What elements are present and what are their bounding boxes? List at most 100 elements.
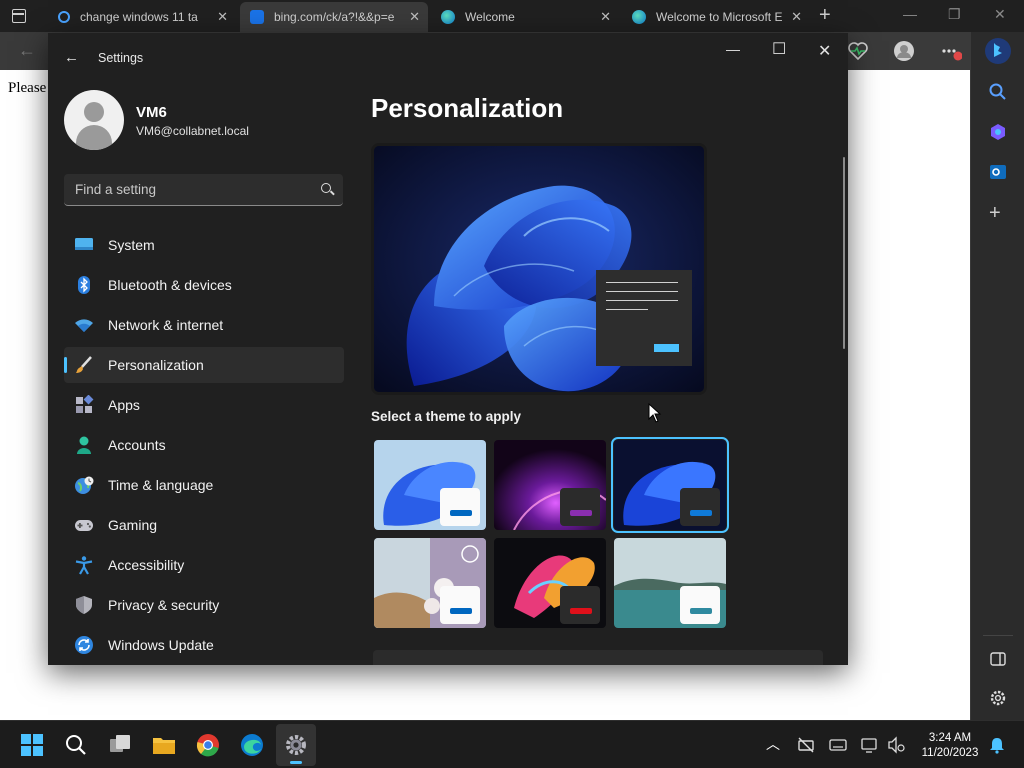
volume-muted-icon[interactable]: [887, 736, 905, 754]
start-button-icon[interactable]: [20, 733, 44, 757]
gamepad-icon: [75, 520, 93, 531]
bing-chat-icon[interactable]: [983, 36, 1013, 66]
theme-chip: [560, 586, 600, 624]
user-avatar[interactable]: [64, 90, 124, 150]
tab-title: change windows 11 ta: [80, 10, 198, 24]
search-icon[interactable]: [988, 82, 1008, 102]
brush-icon: [76, 356, 92, 373]
settings-search-box[interactable]: [64, 174, 343, 206]
nav-item-network[interactable]: Network & internet: [64, 307, 344, 343]
nav-item-apps[interactable]: Apps: [64, 387, 344, 423]
browser-back-icon[interactable]: ←: [18, 40, 36, 61]
theme-captured-motion[interactable]: [494, 538, 606, 628]
taskbar-search-icon[interactable]: [64, 733, 88, 757]
nav-item-personalization[interactable]: Personalization: [64, 347, 344, 383]
accessibility-icon: [75, 556, 93, 575]
browser-tab-2[interactable]: bing.com/ck/a?!&&p=e ✕: [240, 2, 428, 32]
theme-windows-light[interactable]: [374, 440, 486, 530]
network-disconnected-icon[interactable]: [797, 736, 815, 754]
copilot-icon[interactable]: [988, 122, 1008, 142]
next-setting-card[interactable]: [373, 650, 823, 665]
settings-title: Settings: [98, 51, 144, 65]
theme-windows-spotlight[interactable]: [374, 538, 486, 628]
browser-tab-4[interactable]: Welcome to Microsoft E ✕: [622, 2, 810, 32]
theme-flow[interactable]: [614, 538, 726, 628]
clock-time: 3:24 AM: [928, 732, 972, 744]
user-name: VM6: [136, 104, 167, 121]
file-explorer-icon[interactable]: [152, 733, 176, 757]
taskbar: ︿ 3:24 AM 11/20/2023: [0, 720, 1024, 768]
nav-item-system[interactable]: System: [64, 227, 344, 263]
page-title: Personalization: [371, 93, 564, 123]
person-icon: [77, 436, 91, 454]
tab-actions-icon[interactable]: [8, 6, 30, 26]
theme-chip: [560, 488, 600, 526]
add-sidebar-app-icon[interactable]: +: [989, 202, 1001, 225]
notification-bell-icon[interactable]: [988, 736, 1006, 754]
theme-section-label: Select a theme to apply: [371, 409, 522, 424]
content-scrollbar[interactable]: [843, 157, 845, 349]
chrome-icon[interactable]: [196, 733, 220, 757]
close-window-icon[interactable]: ✕: [994, 6, 1006, 23]
browser-tab-bar: change windows 11 ta ✕ bing.com/ck/a?!&&…: [0, 0, 1024, 32]
browser-tab-1[interactable]: change windows 11 ta ✕: [48, 2, 236, 32]
show-hidden-icons-icon[interactable]: ︿: [766, 734, 780, 754]
shield-icon: [76, 596, 92, 614]
settings-taskbar-button[interactable]: [276, 724, 316, 766]
nav-item-windows-update[interactable]: Windows Update: [64, 627, 344, 663]
close-tab-icon[interactable]: ✕: [217, 10, 228, 23]
tab-title: Welcome to Microsoft E: [656, 10, 783, 24]
globe-clock-icon: [75, 476, 94, 494]
edge-icon[interactable]: [240, 733, 264, 757]
edge-favicon-icon: [441, 10, 455, 24]
display-icon[interactable]: [861, 736, 879, 754]
monitor-icon: [75, 238, 93, 250]
outlook-icon[interactable]: [988, 162, 1008, 182]
wifi-icon: [75, 319, 93, 332]
settings-gear-icon: [286, 735, 306, 755]
nav-item-gaming[interactable]: Gaming: [64, 507, 344, 543]
tab-title: bing.com/ck/a?!&&p=e: [274, 10, 395, 24]
find-setting-input[interactable]: [64, 174, 304, 204]
close-tab-icon[interactable]: ✕: [791, 10, 802, 23]
settings-window: ← Settings — ☐ ✕ VM6 VM6@collabnet.local…: [48, 33, 848, 665]
browser-tab-3[interactable]: Welcome ✕: [431, 2, 619, 32]
update-icon: [75, 636, 93, 654]
apps-icon: [76, 395, 94, 413]
search-icon[interactable]: [321, 183, 331, 193]
edge-favicon-icon: [632, 10, 646, 24]
theme-preview: [371, 143, 707, 395]
sidebar-settings-icon[interactable]: [989, 689, 1007, 707]
theme-windows-glow[interactable]: [494, 440, 606, 530]
settings-back-icon[interactable]: ←: [64, 49, 79, 66]
theme-chip: [680, 586, 720, 624]
hide-sidebar-icon[interactable]: [989, 650, 1007, 668]
minimize-icon[interactable]: —: [903, 6, 917, 22]
theme-chip: [680, 488, 720, 526]
user-email: VM6@collabnet.local: [136, 124, 249, 138]
settings-nav: System Bluetooth & devices Network & int…: [64, 227, 344, 665]
bluetooth-icon: [78, 276, 90, 294]
new-tab-button[interactable]: +: [819, 5, 831, 25]
health-icon[interactable]: [846, 40, 870, 62]
profile-avatar-icon[interactable]: [892, 40, 916, 62]
keyboard-icon[interactable]: [829, 736, 847, 754]
nav-item-privacy[interactable]: Privacy & security: [64, 587, 344, 623]
mouse-cursor-icon: [648, 403, 662, 423]
more-options-icon[interactable]: [938, 40, 962, 62]
close-tab-icon[interactable]: ✕: [600, 10, 611, 23]
nav-item-accounts[interactable]: Accounts: [64, 427, 344, 463]
theme-windows-dark[interactable]: [611, 437, 729, 533]
preview-window-mock: [596, 270, 692, 366]
nav-item-accessibility[interactable]: Accessibility: [64, 547, 344, 583]
task-view-icon[interactable]: [108, 733, 132, 757]
system-clock[interactable]: 3:24 AM 11/20/2023: [915, 731, 985, 761]
close-tab-icon[interactable]: ✕: [409, 10, 420, 23]
bing-favicon-icon: [250, 10, 264, 24]
nav-item-time-language[interactable]: Time & language: [64, 467, 344, 503]
clock-date: 11/20/2023: [921, 747, 979, 759]
restore-icon[interactable]: ❐: [948, 6, 961, 23]
page-text: Please: [8, 80, 47, 96]
nav-item-bluetooth[interactable]: Bluetooth & devices: [64, 267, 344, 303]
personalization-content: Personalization Select a theme to apply: [371, 33, 848, 665]
